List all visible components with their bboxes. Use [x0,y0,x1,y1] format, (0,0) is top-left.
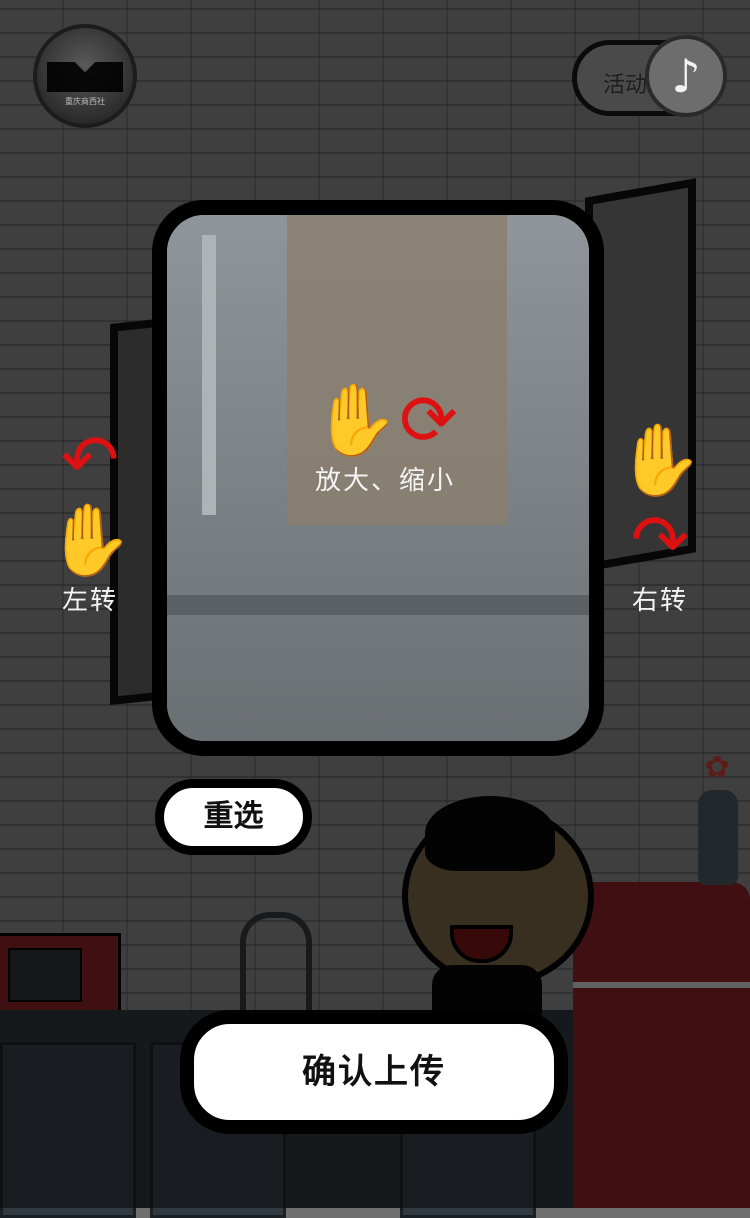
pinch-zoom-hand-icon: ✋⟳ [312,379,458,461]
activity-label: 活动 [603,73,648,98]
photo-shelf [167,595,589,615]
rotate-right-label: 右转 [631,586,688,616]
zoom-label: 放大、缩小 [314,466,455,496]
zoom-hint: ✋⟳ 放大、缩小 [300,380,470,497]
music-toggle-button[interactable]: ♪ [645,35,727,117]
rotate-left-hint: ↶✋ 左转 [40,420,140,617]
mountain-icon [47,62,123,92]
rotate-right-hand-icon: ✋↷ [616,419,704,581]
reselect-button[interactable]: 重选 [155,779,312,855]
logo-text: 重庆商西社 [65,97,105,106]
music-note-icon: ♪ [671,49,701,103]
photo-rail [202,235,216,515]
rotate-left-label: 左转 [61,586,118,616]
rotate-right-hint: ✋↷ 右转 [610,420,710,617]
brand-logo[interactable]: 重庆商西社 [33,24,137,128]
rotate-left-hand-icon: ↶✋ [46,419,134,581]
confirm-upload-button[interactable]: 确认上传 [180,1010,568,1134]
